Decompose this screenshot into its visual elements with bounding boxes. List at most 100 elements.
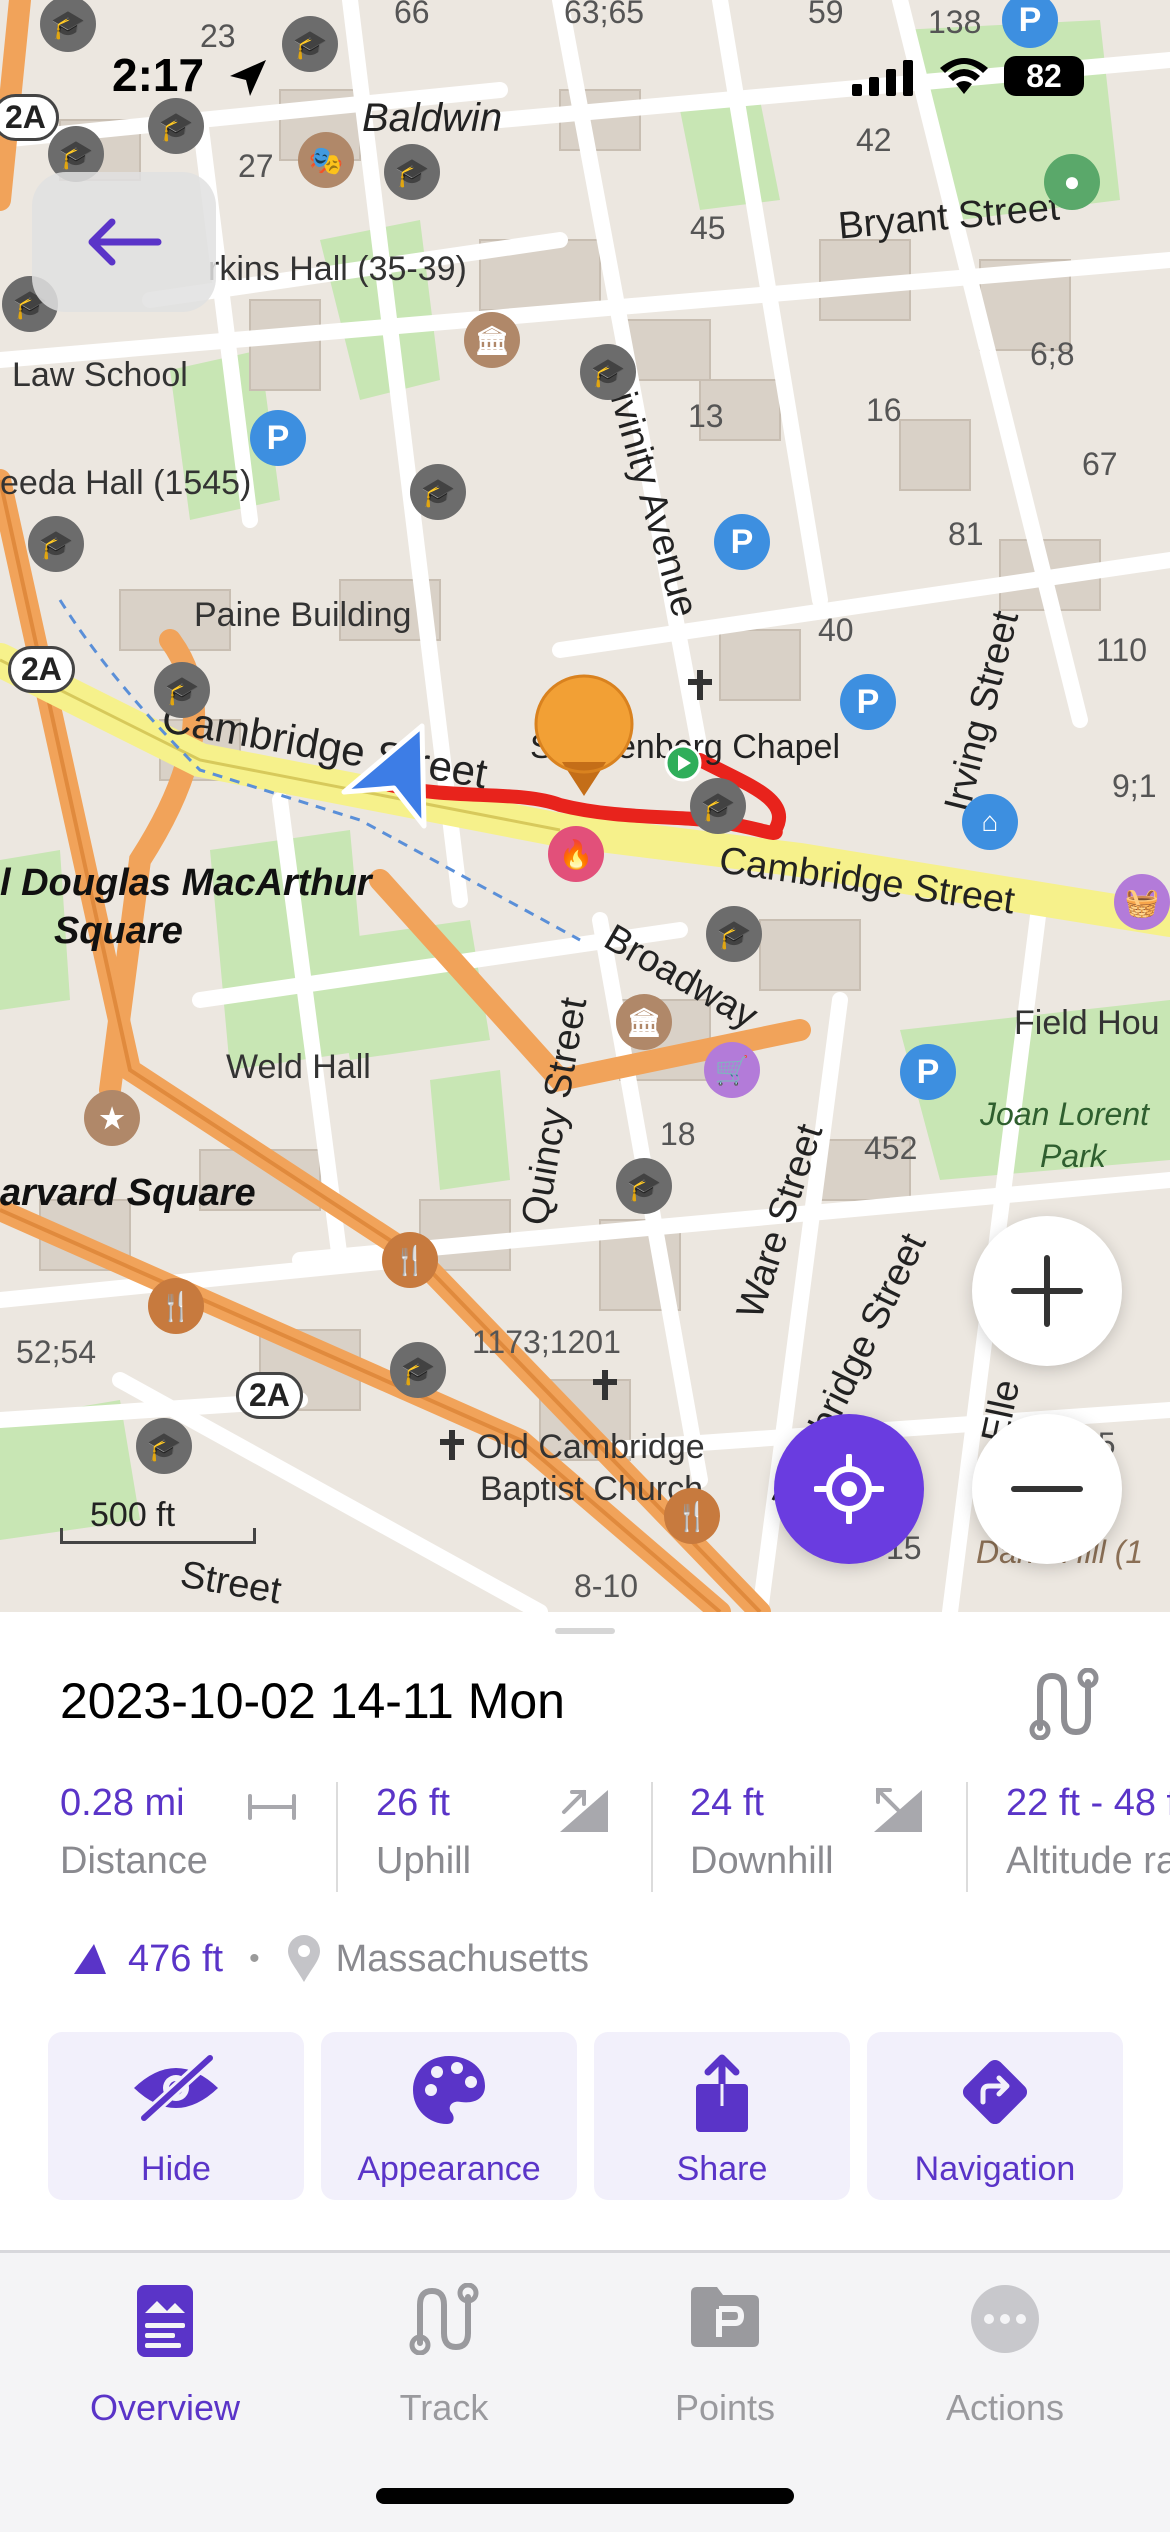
map-label-paine: Paine Building [194,596,412,634]
palette-icon [413,2056,485,2124]
navigation-button[interactable]: Navigation [867,2032,1123,2200]
crosshair-icon [814,1454,884,1524]
star-icon[interactable]: ★ [84,1090,140,1146]
my-location-button[interactable] [774,1414,924,1564]
map-label-weld-hall: Weld Hall [226,1048,371,1086]
parking-icon[interactable]: P [714,514,770,570]
house-number: 52;54 [16,1334,97,1370]
status-bar: 2:17 82 [0,0,1170,150]
uphill-icon [560,1790,608,1832]
points-icon [691,2287,759,2347]
house-number: 40 [818,612,854,648]
house-number: 1173;1201 [472,1324,621,1360]
track-meta-row: 476 ft • Massachusetts [70,1934,589,1984]
eye-off-icon [134,2054,218,2122]
sheet-drag-handle[interactable] [555,1628,615,1634]
stat-downhill: 24 ft Downhill [690,1782,990,1902]
parking-icon[interactable]: P [250,410,306,466]
map-label-perkins: rkins Hall (35-39) [208,250,467,288]
share-button-label: Share [676,2150,768,2188]
tab-track[interactable]: Track [304,2283,584,2443]
house-number: 27 [238,148,274,184]
location-arrow-icon [230,60,266,96]
navigation-button-label: Navigation [914,2150,1076,2188]
restaurant-icon[interactable]: 🍴 [148,1278,204,1334]
house-number: 18 [660,1116,696,1152]
restaurant-icon[interactable]: 🍴 [664,1488,720,1544]
track-title: 2023-10-02 14-11 Mon [60,1673,565,1729]
route-icon[interactable] [1026,1668,1102,1740]
elevation-value: 476 ft [128,1937,224,1980]
stat-uphill-value: 26 ft [376,1782,450,1824]
tab-overview[interactable]: Overview [25,2283,305,2443]
minus-icon [1011,1486,1083,1492]
museum-icon[interactable]: 🏛 [616,994,672,1050]
map-label-macarthur-square: Square [54,910,183,952]
status-time: 2:17 [112,49,205,101]
divider [651,1782,653,1892]
route-shield: 2A [8,646,75,693]
shop-icon[interactable]: 🧺 [1114,874,1170,930]
appearance-button[interactable]: Appearance [321,2032,577,2200]
share-icon [696,2054,748,2132]
shop-icon[interactable]: 🛒 [704,1042,760,1098]
location-pin-icon [287,1935,320,1982]
meta-separator: • [249,1942,260,1975]
zoom-out-button[interactable] [972,1414,1122,1564]
restaurant-icon[interactable]: 🍴 [382,1232,438,1288]
house-number: 67 [1082,446,1118,482]
school-icon[interactable]: 🎓 [410,464,466,520]
school-icon[interactable]: 🎓 [390,1342,446,1398]
parking-icon[interactable]: P [840,674,896,730]
house-number: 8-10 [574,1568,639,1604]
back-button[interactable] [32,172,216,312]
tab-overview-label: Overview [89,2387,241,2428]
tab-track-label: Track [399,2387,489,2428]
plus-icon [1011,1255,1083,1327]
house-number: 6;8 [1030,336,1075,372]
map-view[interactable]: Baldwin rkins Hall (35-39) Law School ee… [0,0,1170,1612]
tab-actions[interactable]: Actions [865,2283,1145,2443]
start-marker-icon [664,744,702,782]
school-icon[interactable]: 🎓 [616,1158,672,1214]
stat-altitude-label: Altitude range [1006,1840,1170,1882]
hide-button[interactable]: Hide [48,2032,304,2200]
house-number: 13 [688,398,724,434]
school-icon[interactable]: 🎓 [28,516,84,572]
navigation-icon [962,2059,1028,2125]
track-stats-row[interactable]: 0.28 mi Distance 26 ft Uphill 24 ft Down… [0,1782,1170,1902]
museum-icon[interactable]: 🏛 [464,312,520,368]
divider [336,1782,338,1892]
house-number: 16 [866,392,902,428]
school-icon[interactable]: 🎓 [154,662,210,718]
map-label-reeda: eeda Hall (1545) [0,464,252,502]
wifi-icon [940,58,988,94]
zoom-in-button[interactable] [972,1216,1122,1366]
school-icon[interactable]: 🎓 [580,344,636,400]
parking-icon[interactable]: P [900,1044,956,1100]
house-icon[interactable]: ⌂ [962,794,1018,850]
map-pin-icon[interactable] [532,672,636,802]
school-icon[interactable]: 🎓 [706,906,762,962]
house-number: 81 [948,516,984,552]
stat-downhill-value: 24 ft [690,1782,764,1824]
hide-button-label: Hide [141,2150,211,2188]
share-button[interactable]: Share [594,2032,850,2200]
route-shield: 2A [236,1372,303,1419]
school-icon[interactable]: 🎓 [690,778,746,834]
distance-icon [248,1794,296,1820]
school-icon[interactable]: 🎓 [384,144,440,200]
fire-station-icon[interactable]: 🔥 [548,826,604,882]
map-scale-bar [60,1528,256,1544]
stat-altitude-value: 22 ft - 48 ft [1006,1782,1170,1824]
map-label-joan-park-2: Park [1040,1138,1106,1174]
tab-points[interactable]: Points [585,2283,865,2443]
tree-icon[interactable]: ● [1044,154,1100,210]
downhill-icon [874,1788,922,1832]
stat-distance-value: 0.28 mi [60,1782,185,1824]
appearance-button-label: Appearance [357,2150,541,2188]
back-arrow-icon [88,218,162,266]
stat-distance-label: Distance [60,1840,208,1882]
school-icon[interactable]: 🎓 [136,1418,192,1474]
map-label-old-cambridge: Old Cambridge [476,1428,705,1466]
